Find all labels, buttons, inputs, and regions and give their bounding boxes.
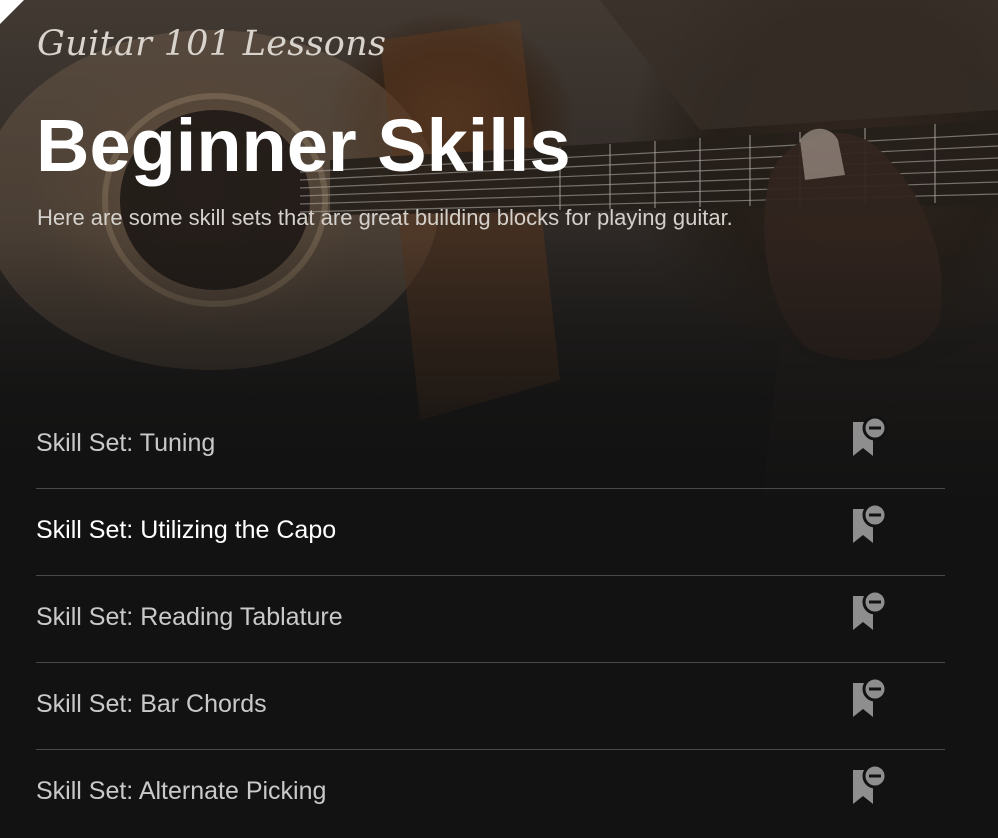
page-description: Here are some skill sets that are great … — [37, 205, 733, 230]
skill-set-label[interactable]: Skill Set: Alternate Picking — [36, 777, 326, 806]
bookmark-remove-icon[interactable] — [849, 676, 889, 721]
bookmark-remove-icon[interactable] — [849, 589, 889, 634]
page-title: Beginner Skills — [36, 104, 571, 187]
bookmark-remove-icon[interactable] — [849, 502, 889, 547]
skill-set-label[interactable]: Skill Set: Tuning — [36, 429, 215, 458]
skill-set-item[interactable]: Skill Set: Utilizing the Capo — [36, 489, 945, 576]
skill-set-label[interactable]: Skill Set: Utilizing the Capo — [36, 516, 336, 545]
skill-set-list: Skill Set: Tuning Skill Set: Utilizing t… — [36, 402, 945, 836]
lesson-page: Guitar 101 Lessons Beginner Skills Here … — [0, 0, 998, 838]
course-name: Guitar 101 Lessons — [37, 24, 387, 64]
skill-set-label[interactable]: Skill Set: Reading Tablature — [36, 603, 343, 632]
skill-set-item[interactable]: Skill Set: Alternate Picking — [36, 750, 945, 836]
bookmark-remove-icon[interactable] — [849, 763, 889, 808]
skill-set-label[interactable]: Skill Set: Bar Chords — [36, 690, 267, 719]
skill-set-item[interactable]: Skill Set: Tuning — [36, 402, 945, 489]
skill-set-item[interactable]: Skill Set: Bar Chords — [36, 663, 945, 750]
skill-set-item[interactable]: Skill Set: Reading Tablature — [36, 576, 945, 663]
bookmark-remove-icon[interactable] — [849, 415, 889, 460]
corner-cut — [0, 0, 24, 24]
